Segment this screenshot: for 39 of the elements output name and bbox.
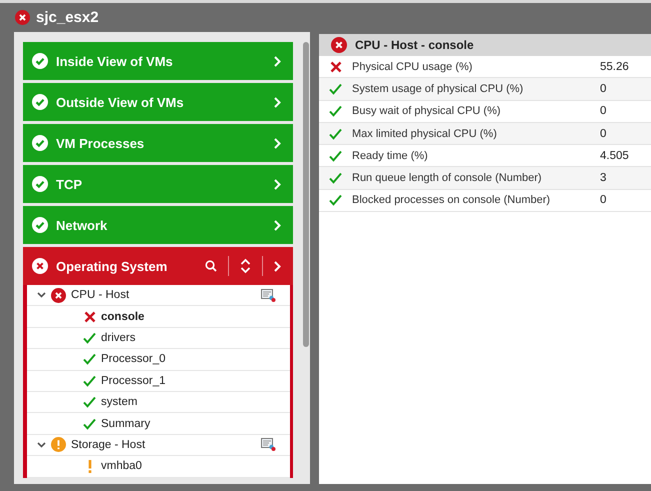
metric-name: System usage of physical CPU (%) — [352, 82, 524, 95]
tree-item[interactable]: Summary — [27, 413, 290, 435]
tree-item[interactable]: console — [27, 306, 290, 328]
metric-name: Physical CPU usage (%) — [352, 60, 474, 73]
metric-value: 3 — [600, 172, 606, 184]
tree-item[interactable]: vmhba0 — [27, 456, 290, 478]
window-title: sjc_esx2 — [36, 9, 99, 26]
metric-name: Busy wait of physical CPU (%) — [352, 105, 502, 118]
metric-name: Run queue length of console (Number) — [352, 172, 543, 184]
detail-title: CPU - Host - console — [355, 38, 474, 52]
chevron-right-icon[interactable] — [274, 138, 281, 148]
metric-value: 4.505 — [600, 150, 629, 162]
tree-group[interactable]: CPU - Host — [27, 285, 290, 306]
metric-value: 0 — [600, 194, 606, 206]
search-icon[interactable] — [205, 260, 217, 272]
chevron-right-icon[interactable] — [274, 220, 281, 230]
tree-item[interactable]: Processor_1 — [27, 370, 290, 392]
chevron-right-icon[interactable] — [274, 56, 281, 66]
metric-name: Blocked processes on console (Number) — [352, 194, 552, 206]
metric-name: Max limited physical CPU (%) — [352, 128, 498, 140]
section-header[interactable]: Operating System — [23, 247, 293, 285]
report-icon[interactable] — [261, 438, 276, 452]
metric-value: 0 — [600, 82, 606, 95]
metric-value: 0 — [600, 128, 606, 140]
chevron-down-icon[interactable] — [37, 292, 46, 298]
chevron-right-icon[interactable] — [274, 178, 281, 190]
sort-icon[interactable] — [240, 258, 251, 274]
tree-item[interactable]: drivers — [27, 328, 290, 350]
tree-item[interactable]: system — [27, 392, 290, 414]
tree-item[interactable]: Processor_0 — [27, 349, 290, 371]
report-icon[interactable] — [261, 288, 276, 302]
metric-value: 0 — [600, 105, 606, 118]
metric-name: Ready time (%) — [352, 150, 429, 162]
tree-group[interactable]: Storage - Host — [27, 434, 290, 456]
scrollbar-thumb[interactable] — [303, 42, 309, 347]
metric-value: 55.26 — [600, 60, 629, 73]
chevron-down-icon[interactable] — [37, 442, 46, 448]
chevron-right-icon[interactable] — [274, 96, 281, 108]
chevron-right-icon[interactable] — [274, 260, 281, 272]
